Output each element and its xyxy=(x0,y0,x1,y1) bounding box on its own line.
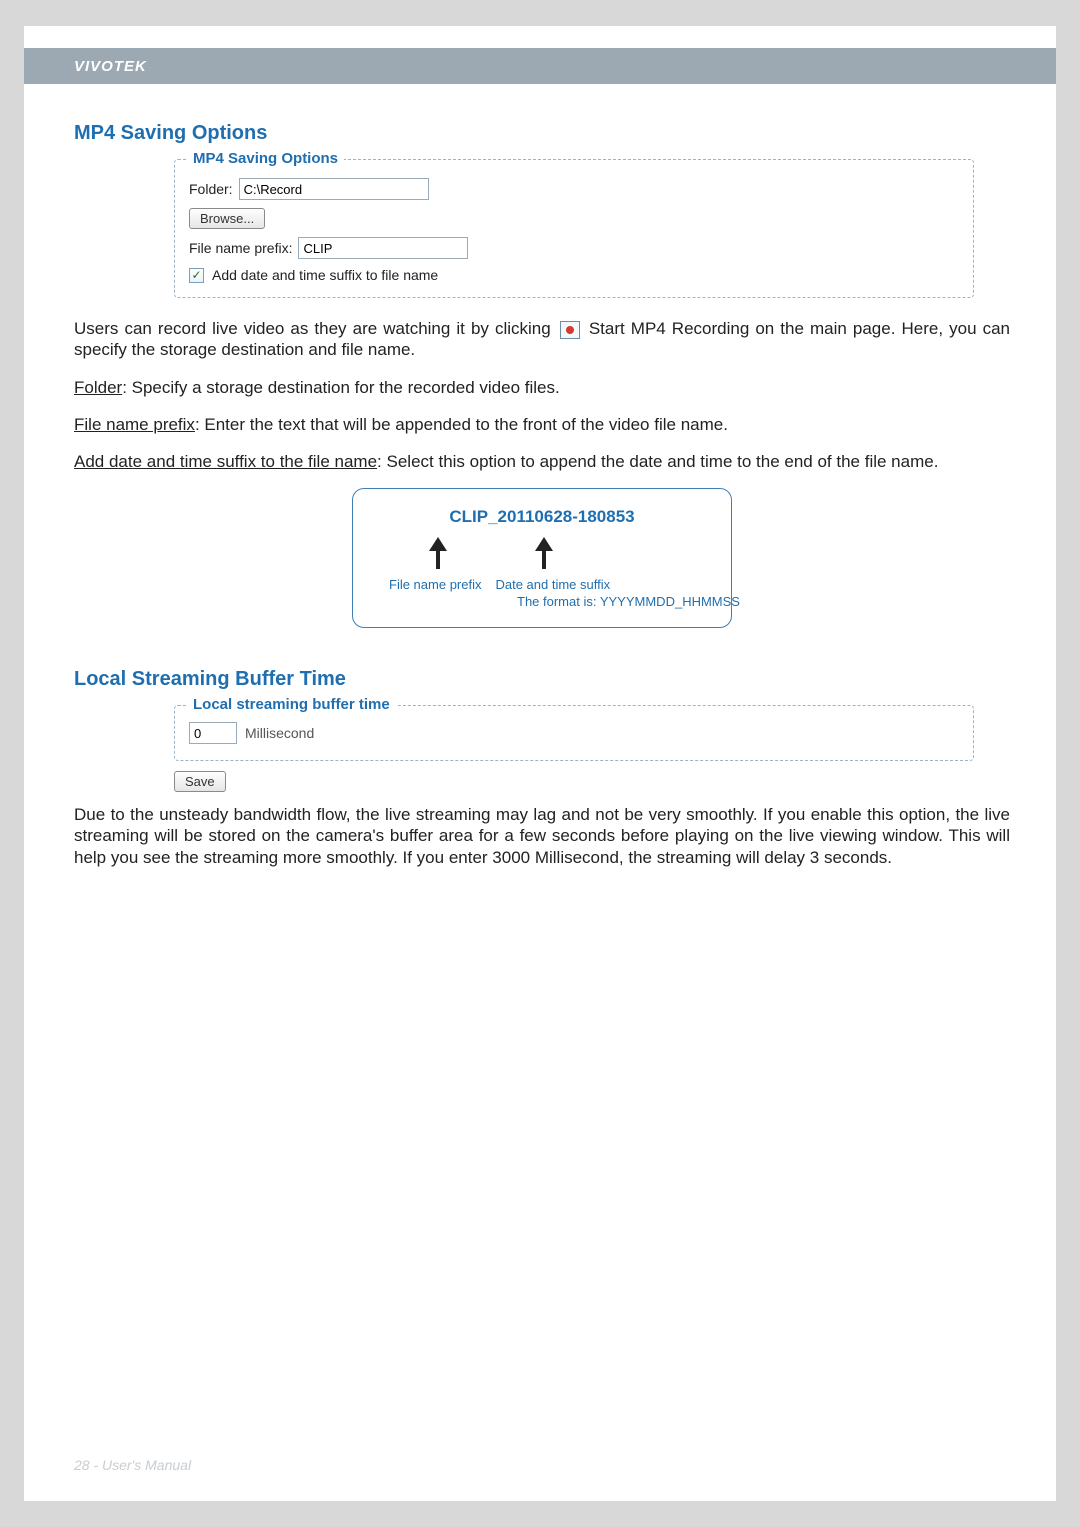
browse-row: Browse... xyxy=(189,208,959,229)
prefix-input[interactable] xyxy=(298,237,468,259)
buffer-unit-label: Millisecond xyxy=(245,725,314,741)
browse-button[interactable]: Browse... xyxy=(189,208,265,229)
mp4-fieldset-legend: MP4 Saving Options xyxy=(187,150,344,167)
folder-rest: : Specify a storage destination for the … xyxy=(122,378,560,397)
brand-text: VIVOTEK xyxy=(74,58,147,75)
arrows-row xyxy=(429,537,701,569)
buffer-value-input[interactable] xyxy=(189,722,237,744)
prefix-term: File name prefix xyxy=(74,415,195,434)
up-arrow-icon xyxy=(535,537,553,569)
suffix-checkbox-label: Add date and time suffix to file name xyxy=(212,267,438,283)
caption-format: The format is: YYYYMMDD_HHMMSS xyxy=(517,594,740,611)
example-filename: CLIP_20110628-180853 xyxy=(383,507,701,527)
buffer-fieldset: Local streaming buffer time Millisecond xyxy=(174,705,974,761)
save-button[interactable]: Save xyxy=(174,771,226,792)
p1-text-a: Users can record live video as they are … xyxy=(74,319,557,338)
caption-suffix: Date and time suffix xyxy=(495,577,610,594)
suffix-paragraph: Add date and time suffix to the file nam… xyxy=(74,451,1010,472)
filename-example-box: CLIP_20110628-180853 File name prefix Da… xyxy=(352,488,732,628)
suffix-rest: : Select this option to append the date … xyxy=(377,452,938,471)
prefix-row: File name prefix: xyxy=(189,237,959,259)
page-footer: 28 - User's Manual xyxy=(74,1457,191,1473)
buffer-section-title: Local Streaming Buffer Time xyxy=(74,668,1010,691)
buffer-fieldset-legend: Local streaming buffer time xyxy=(187,696,396,713)
prefix-rest: : Enter the text that will be appended t… xyxy=(195,415,728,434)
folder-input[interactable] xyxy=(239,178,429,200)
prefix-label: File name prefix: xyxy=(189,240,292,256)
save-row: Save xyxy=(174,771,1010,792)
record-icon xyxy=(560,321,580,339)
buffer-row: Millisecond xyxy=(189,722,959,744)
suffix-checkbox[interactable]: ✓ xyxy=(189,268,204,283)
buffer-description: Due to the unsteady bandwidth flow, the … xyxy=(74,804,1010,868)
mp4-options-fieldset: MP4 Saving Options Folder: Browse... Fil… xyxy=(174,159,974,298)
mp4-paragraph-1: Users can record live video as they are … xyxy=(74,318,1010,361)
suffix-term: Add date and time suffix to the file nam… xyxy=(74,452,377,471)
example-captions: File name prefix Date and time suffix Th… xyxy=(383,577,701,611)
suffix-row: ✓ Add date and time suffix to file name xyxy=(189,267,959,283)
header-bar: VIVOTEK xyxy=(24,48,1056,84)
folder-row: Folder: xyxy=(189,178,959,200)
content-area: MP4 Saving Options MP4 Saving Options Fo… xyxy=(74,122,1010,884)
folder-label: Folder: xyxy=(189,181,233,197)
prefix-paragraph: File name prefix: Enter the text that wi… xyxy=(74,414,1010,435)
document-page: VIVOTEK MP4 Saving Options MP4 Saving Op… xyxy=(24,26,1056,1501)
folder-paragraph: Folder: Specify a storage destination fo… xyxy=(74,377,1010,398)
up-arrow-icon xyxy=(429,537,447,569)
caption-prefix: File name prefix xyxy=(389,577,481,594)
folder-term: Folder xyxy=(74,378,122,397)
mp4-section-title: MP4 Saving Options xyxy=(74,122,1010,145)
